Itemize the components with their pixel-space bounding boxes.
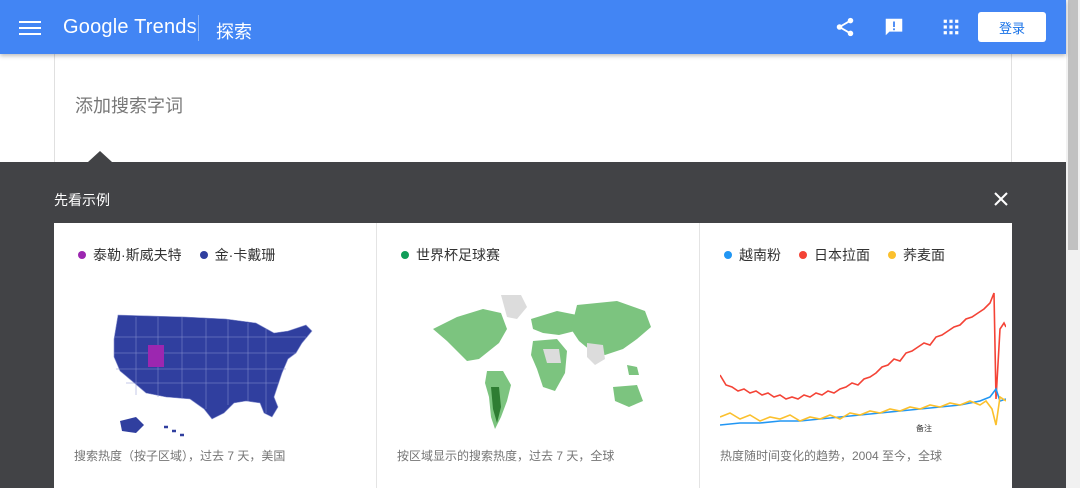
google-trends-logo[interactable]: Google Trends <box>63 16 197 39</box>
legend-item: 越南粉 <box>724 245 781 265</box>
world-map-graphic <box>433 295 651 429</box>
legend-item: 日本拉面 <box>799 245 870 265</box>
legend-item: 荞麦面 <box>888 245 945 265</box>
legend-dot <box>724 251 732 259</box>
example-card-world-map[interactable]: 世界杯足球赛 按区域显示的搜索热度，过去 7 天，全球 <box>377 223 700 488</box>
legend-dot <box>78 251 86 259</box>
menu-icon[interactable] <box>19 17 41 37</box>
page-title: 探索 <box>216 22 252 42</box>
apps-grid-icon[interactable] <box>940 16 962 38</box>
card-legend: 泰勒·斯威夫特 金·卡戴珊 <box>78 245 275 265</box>
example-card-us-map[interactable]: 泰勒·斯威夫特 金·卡戴珊 搜索热度（按子区域），过去 7 天，美国 <box>54 223 377 488</box>
scrollbar-thumb[interactable] <box>1068 0 1078 250</box>
card-caption: 按区域显示的搜索热度，过去 7 天，全球 <box>397 449 615 463</box>
legend-dot <box>799 251 807 259</box>
legend-dot <box>888 251 896 259</box>
card-legend: 越南粉 日本拉面 荞麦面 <box>724 245 945 265</box>
login-button[interactable]: 登录 <box>978 12 1046 42</box>
legend-item: 世界杯足球赛 <box>401 245 500 265</box>
chart-note-label: 备注 <box>916 423 932 433</box>
legend-label: 日本拉面 <box>814 247 870 263</box>
example-card-trend-chart[interactable]: 越南粉 日本拉面 荞麦面 备注 热度随时间变化的趋势，2004 至今，全球 <box>700 223 1012 488</box>
legend-item: 金·卡戴珊 <box>199 245 276 265</box>
legend-label: 世界杯足球赛 <box>416 247 500 263</box>
card-legend: 世界杯足球赛 <box>401 245 500 265</box>
panel-pointer <box>88 151 112 162</box>
feedback-icon[interactable] <box>883 16 905 38</box>
search-input[interactable] <box>75 96 975 117</box>
legend-label: 荞麦面 <box>903 247 945 263</box>
legend-label: 越南粉 <box>739 247 781 263</box>
share-icon[interactable] <box>834 16 856 38</box>
legend-dot <box>199 251 208 259</box>
card-caption: 搜索热度（按子区域），过去 7 天，美国 <box>74 449 286 463</box>
us-map-graphic <box>113 314 313 437</box>
search-card <box>54 54 1012 164</box>
close-icon[interactable] <box>993 191 1009 207</box>
trend-line-chart: 备注 <box>720 292 1006 433</box>
examples-title: 先看示例 <box>54 192 110 208</box>
legend-dot <box>401 251 409 259</box>
top-app-bar: Google Trends 探索 登录 <box>0 0 1066 54</box>
logo-divider <box>198 15 199 41</box>
card-caption: 热度随时间变化的趋势，2004 至今，全球 <box>720 449 943 463</box>
page-scrollbar[interactable] <box>1066 0 1080 488</box>
legend-item: 泰勒·斯威夫特 <box>78 245 182 265</box>
examples-panel: 先看示例 泰勒·斯威夫特 金·卡戴珊 搜索热度（按子区域），过去 7 天，美国 … <box>0 151 1066 488</box>
legend-label: 泰勒·斯威夫特 <box>93 247 182 263</box>
legend-label: 金·卡戴珊 <box>214 247 276 263</box>
